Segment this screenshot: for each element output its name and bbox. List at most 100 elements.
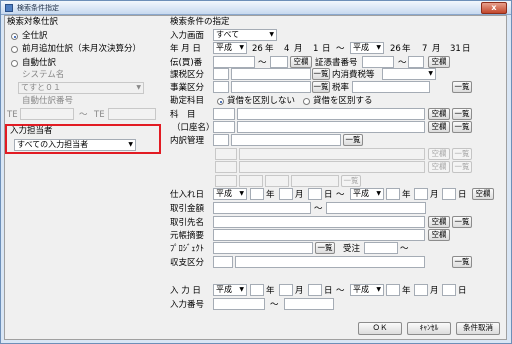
subject-name[interactable]: [237, 108, 425, 120]
client-list-button[interactable]: 一覧: [452, 216, 472, 228]
receipt-blank-button[interactable]: 空欄: [428, 56, 450, 68]
breakdown-code[interactable]: [213, 134, 229, 146]
voucher-to[interactable]: [270, 56, 288, 68]
ledger-summary-field[interactable]: [213, 229, 425, 241]
day-unit: 日: [462, 44, 471, 54]
purchase-era-to[interactable]: 平成 ▼: [350, 188, 384, 200]
account-label: 勘定科目: [170, 96, 205, 106]
purchase-blank-button[interactable]: 空欄: [472, 188, 494, 200]
subject-label: 科 目: [170, 110, 196, 120]
project-list-button[interactable]: 一覧: [315, 242, 335, 254]
purchase-year-from[interactable]: [250, 188, 264, 200]
year-unit: 年: [402, 286, 411, 296]
era-select-from[interactable]: 平成 ▼: [213, 42, 247, 54]
tax-category-code[interactable]: [213, 68, 229, 80]
order-from[interactable]: [364, 242, 398, 254]
voucher-blank-button[interactable]: 空欄: [290, 56, 312, 68]
screen-select[interactable]: すべて ▼: [213, 29, 277, 41]
radio-no-distinguish[interactable]: [217, 98, 224, 105]
entry-person-select[interactable]: すべての入力担当者 ▼: [14, 139, 136, 151]
close-button[interactable]: x: [481, 2, 507, 14]
month-from[interactable]: 4: [284, 44, 289, 54]
purchase-era-from[interactable]: 平成 ▼: [213, 188, 247, 200]
ledger-summary-label: 元帳摘要: [170, 231, 205, 241]
income-category-name[interactable]: [235, 256, 425, 268]
entry-number-from[interactable]: [213, 298, 265, 310]
breakdown-list-button[interactable]: 一覧: [343, 134, 363, 146]
day-to[interactable]: 31: [450, 44, 461, 54]
tax-category-list-button[interactable]: 一覧: [312, 68, 330, 80]
tax-rate-list-button[interactable]: 一覧: [452, 81, 472, 93]
purchase-day-to[interactable]: [442, 188, 456, 200]
business-category-list-button[interactable]: 一覧: [312, 81, 330, 93]
entry-number-to[interactable]: [284, 298, 334, 310]
te-prefix-2: TE: [94, 110, 105, 120]
entry-day-to[interactable]: [442, 284, 456, 296]
month-to[interactable]: 7: [422, 44, 427, 54]
entry-date-label: 入 力 日: [170, 286, 201, 296]
business-category-name[interactable]: [231, 81, 311, 93]
receipt-from[interactable]: [362, 56, 394, 68]
auto-entry-no-to[interactable]: [108, 108, 156, 120]
amount-to[interactable]: [326, 202, 426, 214]
tax-category-name[interactable]: [231, 68, 311, 80]
account-name-list-button[interactable]: 一覧: [452, 121, 472, 133]
purchase-era-from-value: 平成: [216, 189, 232, 198]
account-name-field[interactable]: [237, 121, 425, 133]
income-category-list-button[interactable]: 一覧: [452, 256, 472, 268]
purchase-day-from[interactable]: [308, 188, 322, 200]
purchase-month-to[interactable]: [414, 188, 428, 200]
entry-era-to[interactable]: 平成 ▼: [350, 284, 384, 296]
internal-tax-select[interactable]: ▼: [382, 68, 436, 80]
day-from[interactable]: 1: [313, 44, 318, 54]
client-name-label: 取引先名: [170, 218, 205, 228]
breakdown-name[interactable]: [231, 134, 341, 146]
entry-day-from[interactable]: [308, 284, 322, 296]
purchase-year-to[interactable]: [386, 188, 400, 200]
amount-from[interactable]: [213, 202, 311, 214]
system-name-value: てすと０１: [21, 83, 61, 92]
era-select-to[interactable]: 平成 ▼: [350, 42, 384, 54]
client-blank-button[interactable]: 空欄: [428, 216, 450, 228]
business-category-code[interactable]: [213, 81, 229, 93]
subject-blank-button[interactable]: 空欄: [428, 108, 450, 120]
auto-entry-no-from[interactable]: [20, 108, 74, 120]
cancel-button[interactable]: ｷｬﾝｾﾙ: [407, 322, 451, 335]
order-label: 受注: [343, 244, 361, 254]
year-to[interactable]: 26: [390, 44, 401, 54]
system-name-select[interactable]: てすと０１ ▼: [18, 82, 144, 94]
entry-month-to[interactable]: [414, 284, 428, 296]
era-from-value: 平成: [216, 43, 232, 52]
subject-code[interactable]: [213, 108, 235, 120]
entry-month-from[interactable]: [279, 284, 293, 296]
account-name-code[interactable]: [213, 121, 235, 133]
clear-conditions-button[interactable]: 条件取消: [456, 322, 500, 335]
receipt-to[interactable]: [408, 56, 424, 68]
radio-prev-month[interactable]: [11, 46, 18, 53]
entry-person-label: 入力担当者: [10, 126, 53, 136]
ledger-blank-button[interactable]: 空欄: [428, 229, 450, 241]
year-unit: 年: [266, 286, 275, 296]
entry-year-to[interactable]: [386, 284, 400, 296]
voucher-from[interactable]: [213, 56, 255, 68]
ok-button[interactable]: ＯＫ: [358, 322, 402, 335]
purchase-month-from[interactable]: [279, 188, 293, 200]
income-category-code[interactable]: [213, 256, 233, 268]
account-name-blank-button[interactable]: 空欄: [428, 121, 450, 133]
breakdown-sub-list-button-2: 一覧: [452, 161, 472, 173]
breakdown-sub-field-3b: [265, 175, 289, 187]
chevron-down-icon: ▼: [376, 190, 381, 197]
radio-all-entries[interactable]: [11, 33, 18, 40]
tax-rate-label: 税率: [332, 83, 350, 93]
client-name-field[interactable]: [213, 216, 425, 228]
project-field[interactable]: [213, 242, 313, 254]
tax-category-label: 課税区分: [170, 70, 205, 80]
radio-auto-entries[interactable]: [11, 60, 18, 67]
subject-list-button[interactable]: 一覧: [452, 108, 472, 120]
chevron-down-icon: ▼: [376, 286, 381, 293]
year-from[interactable]: 26: [252, 44, 263, 54]
entry-era-from[interactable]: 平成 ▼: [213, 284, 247, 296]
radio-distinguish[interactable]: [303, 98, 310, 105]
tax-rate-field[interactable]: [352, 81, 430, 93]
entry-year-from[interactable]: [250, 284, 264, 296]
